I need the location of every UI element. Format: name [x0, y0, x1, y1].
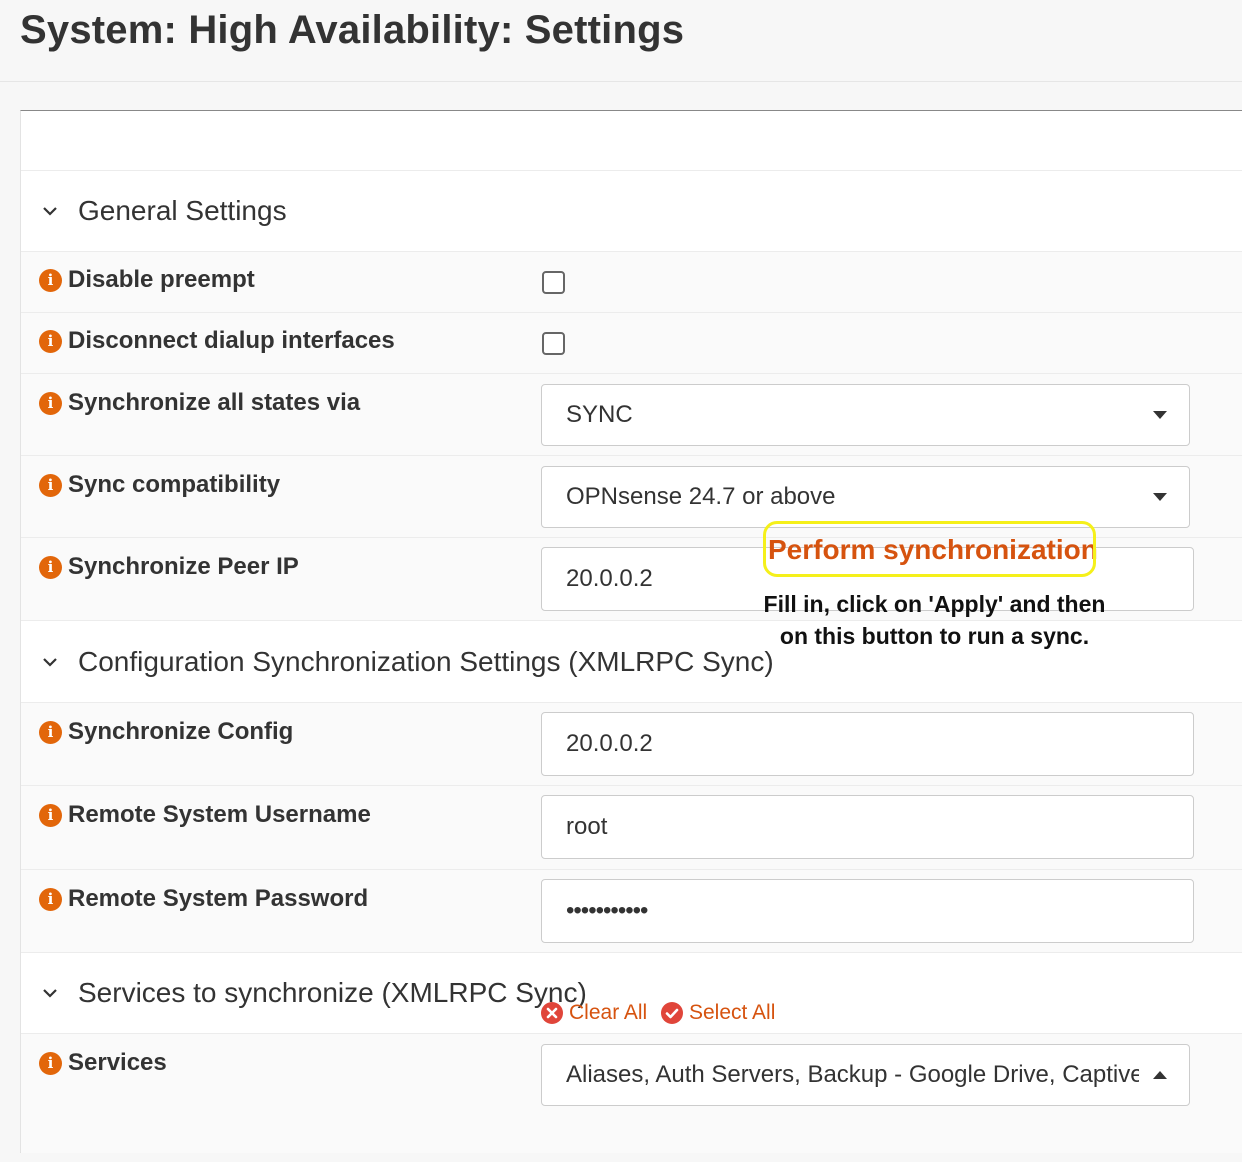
chevron-down-icon[interactable] — [40, 201, 60, 221]
select-all-label: Select All — [689, 1001, 776, 1024]
caret-down-icon — [1153, 411, 1167, 419]
caret-up-icon — [1153, 1071, 1167, 1079]
info-icon[interactable]: i — [39, 720, 62, 744]
field-label: Sync compatibility — [68, 471, 281, 498]
annotation-line: Fill in, click on 'Apply' and then — [763, 591, 1106, 617]
field-label: Synchronize Peer IP — [68, 553, 299, 580]
field-label: Disconnect dialup interfaces — [68, 327, 395, 354]
info-icon[interactable]: i — [39, 473, 62, 497]
clear-all-button[interactable]: Clear All — [541, 1001, 647, 1025]
remote-username-input[interactable]: root — [541, 795, 1194, 859]
select-value: Aliases, Auth Servers, Backup - Google D… — [566, 1061, 1139, 1088]
info-icon[interactable]: i — [39, 391, 62, 415]
chevron-down-icon[interactable] — [40, 652, 60, 672]
clear-all-label: Clear All — [569, 1001, 648, 1024]
select-value: SYNC — [566, 401, 633, 428]
section-title: General Settings — [78, 195, 287, 226]
check-circle-icon — [661, 1002, 683, 1024]
annotation-callout: Fill in, click on 'Apply' and then on th… — [742, 588, 1127, 652]
info-icon[interactable]: i — [39, 803, 62, 827]
field-label: Synchronize Config — [68, 718, 294, 745]
sync-config-input[interactable]: 20.0.0.2 — [541, 712, 1194, 776]
info-icon[interactable]: i — [39, 268, 62, 292]
row-disable-preempt: i Disable preempt — [21, 251, 1242, 312]
input-value: 20.0.0.2 — [566, 565, 653, 592]
info-icon[interactable]: i — [39, 1051, 62, 1075]
input-value: ••••••••••• — [566, 897, 648, 924]
row-sync-config: i Synchronize Config 20.0.0.2 — [21, 702, 1242, 785]
page-header: System: High Availability: Settings — [0, 0, 1242, 82]
input-value: root — [566, 813, 608, 840]
row-remote-password: i Remote System Password ••••••••••• — [21, 869, 1242, 952]
section-title: Configuration Synchronization Settings (… — [78, 645, 774, 677]
row-services: i Services Aliases, Auth Servers, Backup… — [21, 1033, 1242, 1153]
input-value: 20.0.0.2 — [566, 730, 653, 757]
field-label: Remote System Password — [68, 885, 369, 912]
select-all-button[interactable]: Select All — [661, 1001, 775, 1025]
info-icon[interactable]: i — [39, 329, 62, 353]
page-title: System: High Availability: Settings — [20, 8, 685, 52]
row-disconnect-dialup: i Disconnect dialup interfaces — [21, 312, 1242, 373]
section-title: Services to synchronize (XMLRPC Sync) — [78, 977, 587, 1008]
sync-states-via-select[interactable]: SYNC — [541, 384, 1190, 446]
disable-preempt-checkbox[interactable] — [542, 271, 565, 294]
services-multiselect[interactable]: Aliases, Auth Servers, Backup - Google D… — [541, 1044, 1190, 1106]
select-value: OPNsense 24.7 or above — [566, 483, 836, 510]
row-sync-states-via: i Synchronize all states via SYNC — [21, 373, 1242, 455]
field-label: Remote System Username — [68, 801, 371, 828]
remote-password-input[interactable]: ••••••••••• — [541, 879, 1194, 943]
field-label: Disable preempt — [68, 266, 255, 293]
info-icon[interactable]: i — [39, 887, 62, 911]
sync-compatibility-select[interactable]: OPNsense 24.7 or above — [541, 466, 1190, 528]
disconnect-dialup-checkbox[interactable] — [542, 332, 565, 355]
chevron-down-icon[interactable] — [40, 983, 60, 1003]
field-label: Services — [68, 1049, 167, 1076]
annotation-line: on this button to run a sync. — [779, 623, 1090, 649]
info-icon[interactable]: i — [39, 555, 62, 579]
perform-synchronization-link[interactable]: Perform synchronization — [768, 534, 1098, 566]
times-circle-icon — [541, 1002, 563, 1024]
caret-down-icon — [1153, 493, 1167, 501]
field-label: Synchronize all states via — [68, 389, 361, 416]
section-general-settings[interactable]: General Settings — [21, 170, 1242, 251]
row-sync-compatibility: i Sync compatibility OPNsense 24.7 or ab… — [21, 455, 1242, 537]
row-remote-username: i Remote System Username root — [21, 785, 1242, 869]
